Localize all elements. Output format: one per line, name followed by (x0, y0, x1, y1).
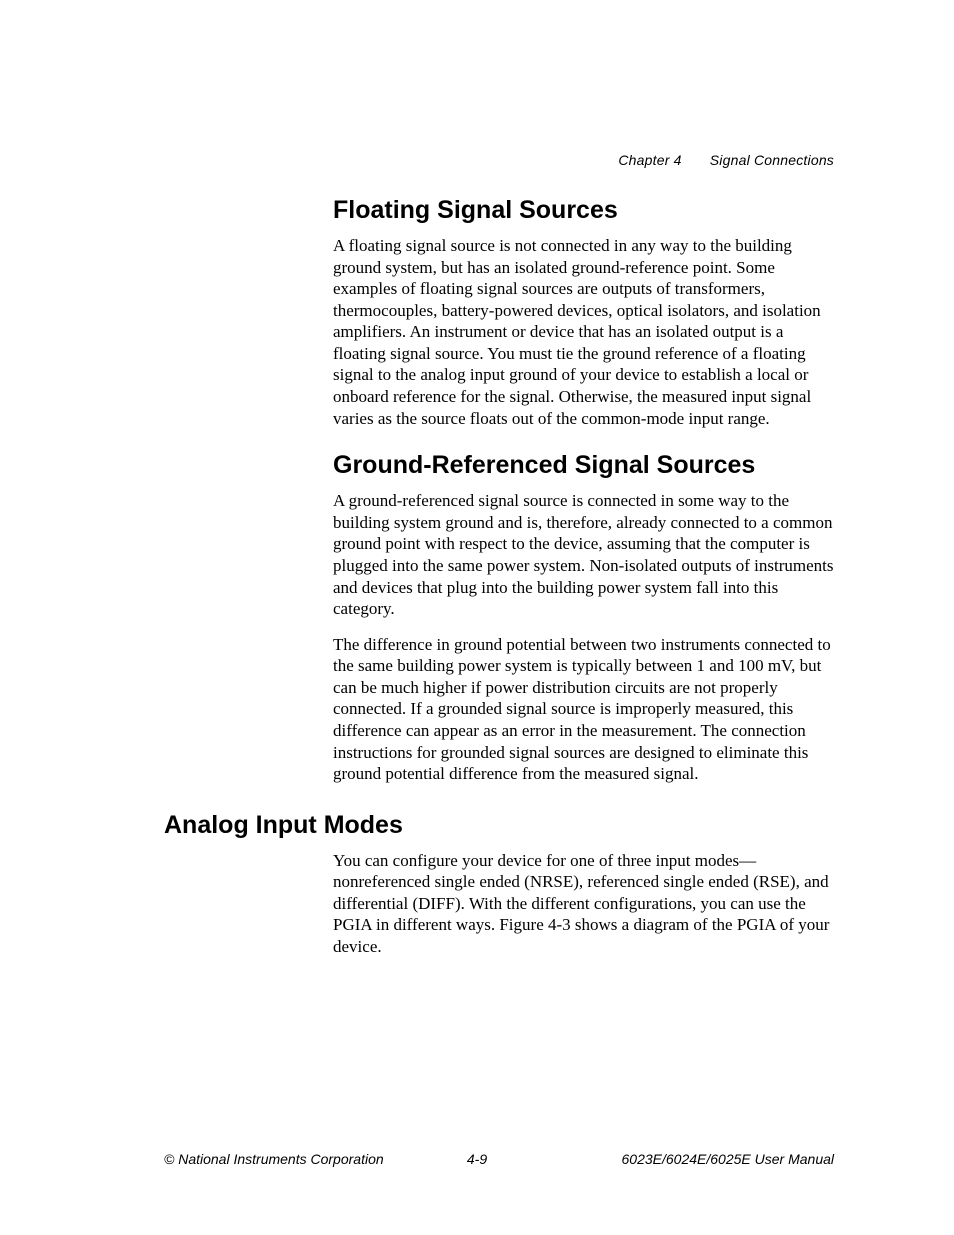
paragraph-grounded-1: A ground-referenced signal source is con… (333, 490, 834, 619)
heading-ground-referenced-signal-sources: Ground-Referenced Signal Sources (333, 451, 834, 480)
content-area: Floating Signal Sources A floating signa… (0, 196, 954, 972)
heading-floating-signal-sources: Floating Signal Sources (333, 196, 834, 225)
footer-manual-title: 6023E/6024E/6025E User Manual (622, 1151, 834, 1167)
heading-analog-input-modes: Analog Input Modes (164, 811, 834, 840)
header-chapter: Chapter 4 (618, 152, 681, 168)
running-header: Chapter 4 Signal Connections (618, 152, 834, 168)
header-title: Signal Connections (710, 152, 834, 168)
paragraph-grounded-2: The difference in ground potential betwe… (333, 634, 834, 785)
paragraph-analog-1: You can configure your device for one of… (333, 850, 834, 958)
page: Chapter 4 Signal Connections Floating Si… (0, 0, 954, 1235)
paragraph-floating-1: A floating signal source is not connecte… (333, 235, 834, 429)
